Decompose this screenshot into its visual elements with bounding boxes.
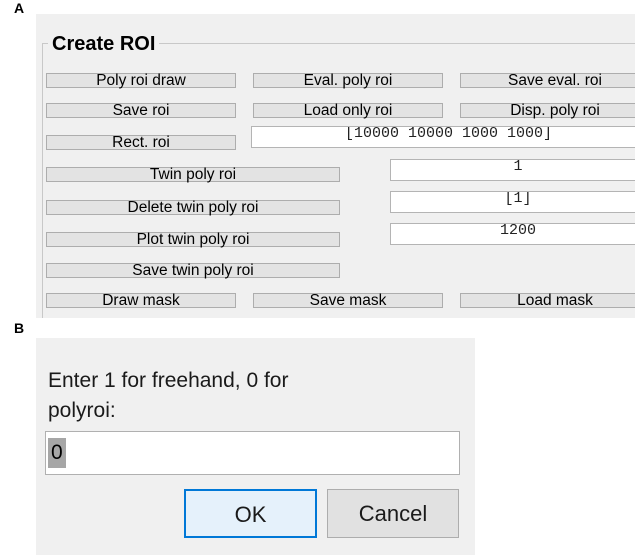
plot-twin-poly-roi-field[interactable]: 1200 bbox=[390, 223, 635, 245]
rect-roi-button[interactable]: Rect. roi bbox=[46, 135, 236, 150]
input-dialog: Enter 1 for freehand, 0 for polyroi: 0 O… bbox=[36, 338, 475, 555]
eval-poly-roi-button[interactable]: Eval. poly roi bbox=[253, 73, 443, 88]
save-eval-roi-button[interactable]: Save eval. roi bbox=[460, 73, 635, 88]
cancel-button[interactable]: Cancel bbox=[327, 489, 459, 538]
draw-mask-button[interactable]: Draw mask bbox=[46, 293, 236, 308]
delete-twin-poly-roi-button[interactable]: Delete twin poly roi bbox=[46, 200, 340, 215]
figure: A Create ROI Poly roi draw Eval. poly ro… bbox=[0, 0, 635, 555]
twin-poly-roi-button[interactable]: Twin poly roi bbox=[46, 167, 340, 182]
dialog-prompt: Enter 1 for freehand, 0 for polyroi: bbox=[48, 366, 408, 426]
panel-label-b: B bbox=[14, 320, 25, 336]
rect-roi-field[interactable]: [10000 10000 1000 1000] bbox=[251, 126, 635, 148]
prompt-line-2: polyroi: bbox=[48, 399, 116, 422]
save-mask-button[interactable]: Save mask bbox=[253, 293, 443, 308]
save-roi-button[interactable]: Save roi bbox=[46, 103, 236, 118]
save-twin-poly-roi-button[interactable]: Save twin poly roi bbox=[46, 263, 340, 278]
delete-twin-poly-roi-field[interactable]: [1] bbox=[390, 191, 635, 213]
prompt-line-1: Enter 1 for freehand, 0 for bbox=[48, 369, 289, 392]
load-only-roi-button[interactable]: Load only roi bbox=[253, 103, 443, 118]
panel-label-a: A bbox=[14, 0, 25, 16]
disp-poly-roi-button[interactable]: Disp. poly roi bbox=[460, 103, 635, 118]
ok-button[interactable]: OK bbox=[184, 489, 317, 538]
input-value: 0 bbox=[48, 438, 66, 468]
freehand-input[interactable]: 0 bbox=[45, 431, 460, 475]
create-roi-title: Create ROI bbox=[48, 33, 160, 56]
poly-roi-draw-button[interactable]: Poly roi draw bbox=[46, 73, 236, 88]
plot-twin-poly-roi-button[interactable]: Plot twin poly roi bbox=[46, 232, 340, 247]
load-mask-button[interactable]: Load mask bbox=[460, 293, 635, 308]
create-roi-panel: Create ROI Poly roi draw Eval. poly roi … bbox=[36, 14, 635, 318]
twin-poly-roi-field[interactable]: 1 bbox=[390, 159, 635, 181]
